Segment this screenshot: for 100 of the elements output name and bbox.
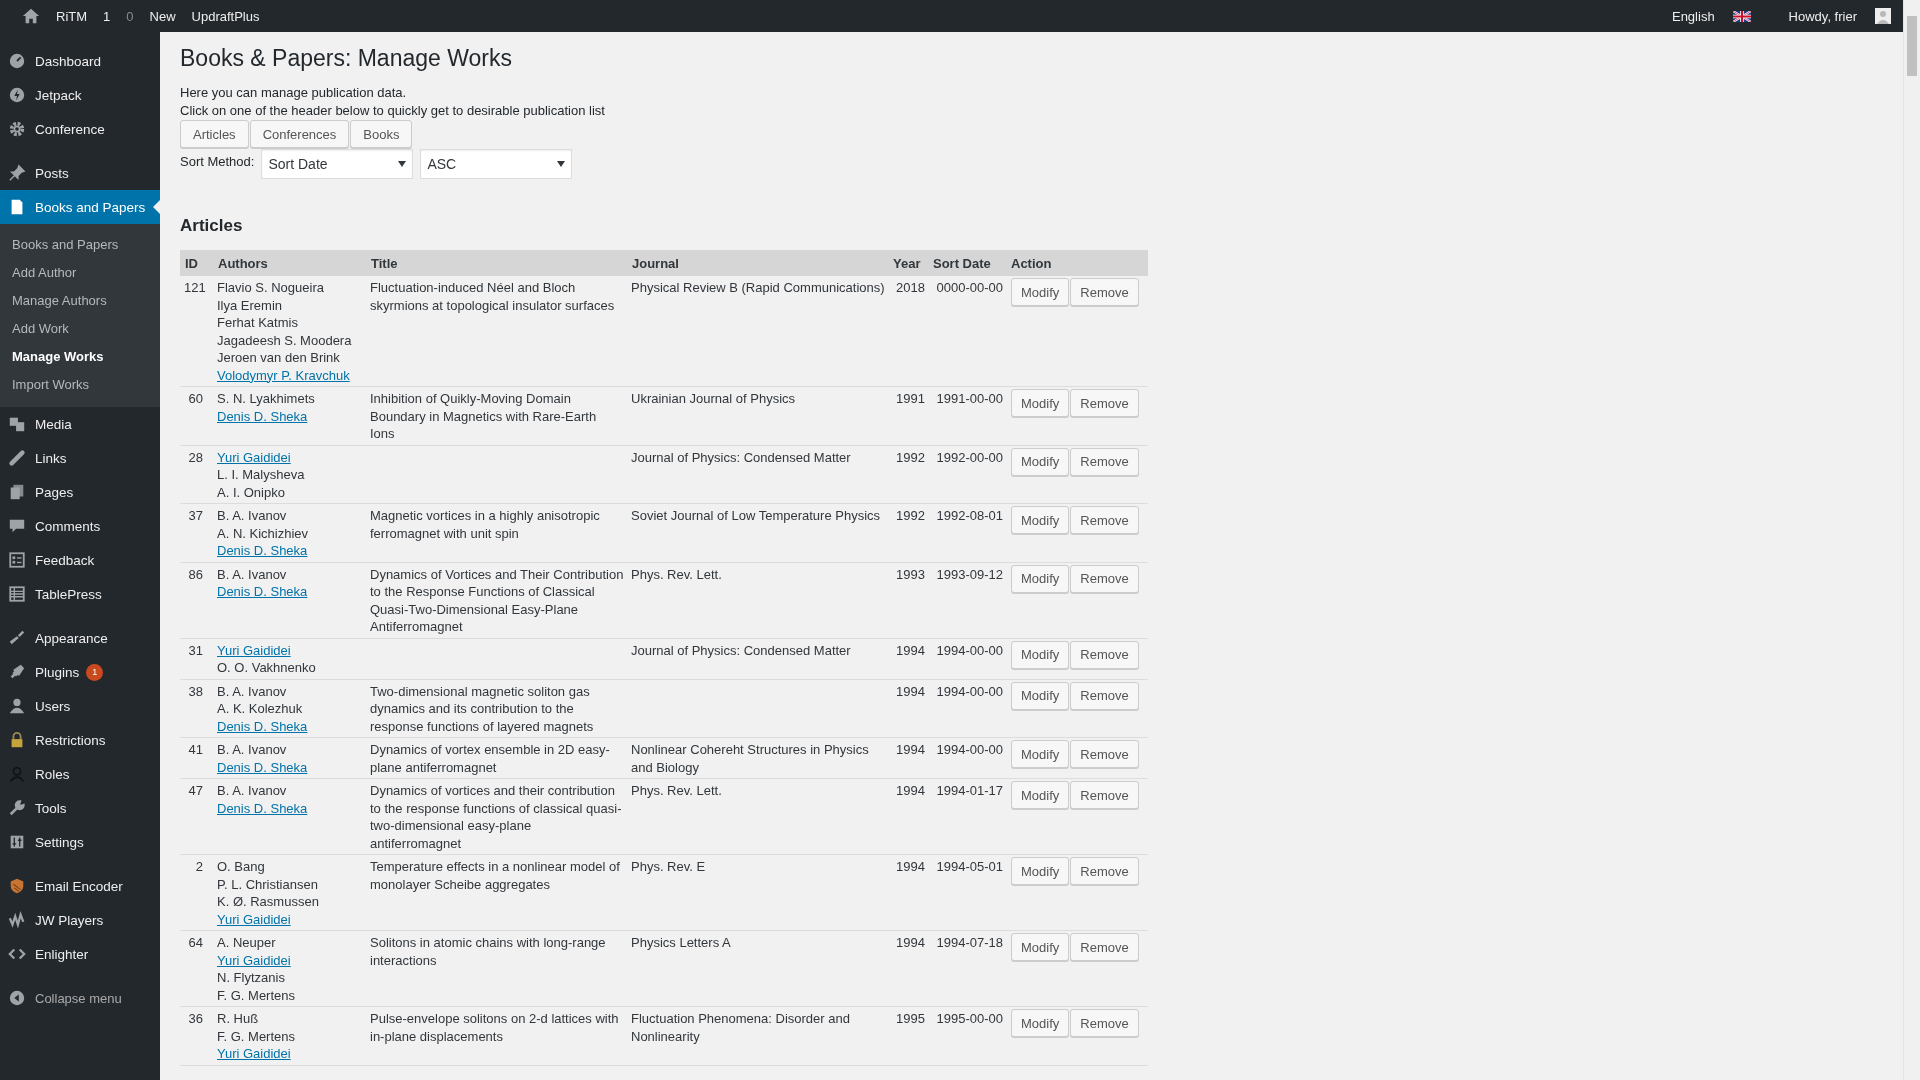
intro-text: Here you can manage publication data. bbox=[180, 84, 408, 102]
section-button[interactable]: Articles bbox=[180, 120, 249, 148]
author-link[interactable]: Denis D. Sheka bbox=[217, 758, 308, 776]
menu-item[interactable]: Tools bbox=[0, 791, 160, 825]
table-cell: 2018 bbox=[896, 280, 925, 295]
section-button[interactable]: Conferences bbox=[249, 120, 350, 148]
author-link[interactable]: Yuri Gaididei bbox=[217, 448, 291, 466]
submenu-item[interactable]: Books and Papers bbox=[0, 231, 160, 259]
section-button[interactable]: Books bbox=[350, 120, 413, 148]
menu-item[interactable]: Appearance bbox=[0, 621, 160, 655]
modify-button[interactable]: Modify bbox=[1011, 506, 1070, 534]
menu-item[interactable]: Comments bbox=[0, 509, 160, 543]
remove-button[interactable]: Remove bbox=[1070, 506, 1139, 534]
submenu-item[interactable]: Add Work bbox=[0, 315, 160, 343]
modify-button[interactable]: Modify bbox=[1011, 447, 1070, 476]
table-cell: Nonlinear Cohereht Structures in Physics and Biology bbox=[631, 742, 869, 775]
comments-count[interactable]: 0 bbox=[126, 8, 134, 24]
greeting-link[interactable]: Howdy, frier bbox=[1788, 8, 1857, 24]
language-link[interactable]: English bbox=[1671, 8, 1715, 24]
remove-button[interactable]: Remove bbox=[1070, 564, 1139, 593]
modify-button[interactable]: Modify bbox=[1011, 781, 1070, 809]
collapse-menu-button[interactable]: Collapse menu bbox=[0, 981, 160, 1015]
menu-item[interactable]: Plugins 1 bbox=[0, 655, 160, 689]
remove-button[interactable]: Remove bbox=[1070, 278, 1139, 306]
updraftplus-link[interactable]: UpdraftPlus bbox=[191, 8, 260, 24]
menu-item[interactable]: Links bbox=[0, 441, 160, 475]
author-link[interactable]: Yuri Gaididei bbox=[217, 1045, 291, 1063]
remove-button[interactable]: Remove bbox=[1070, 681, 1139, 710]
table-cell: 1994 bbox=[896, 783, 925, 798]
menu-item[interactable]: Jetpack bbox=[0, 78, 160, 112]
table-cell: Journal of Physics: Condensed Matter bbox=[631, 449, 851, 465]
menu-item[interactable]: Feedback bbox=[0, 543, 160, 577]
author-link[interactable]: Denis D. Sheka bbox=[217, 717, 308, 735]
modify-button[interactable]: Modify bbox=[1011, 640, 1070, 669]
author-name: A. I. Onipko bbox=[217, 483, 285, 501]
menu-item[interactable]: Conference bbox=[0, 112, 160, 146]
author-link[interactable]: Volodymyr P. Kravchuk bbox=[217, 366, 350, 384]
remove-button[interactable]: Remove bbox=[1070, 640, 1139, 669]
dashboard-icon bbox=[8, 52, 26, 70]
menu-item[interactable]: Restrictions bbox=[0, 723, 160, 757]
sort-order-select[interactable]: ASC bbox=[420, 149, 573, 179]
modify-button[interactable]: Modify bbox=[1011, 740, 1070, 768]
menu-item[interactable]: TablePress bbox=[0, 577, 160, 611]
table-cell: 31 bbox=[180, 638, 213, 679]
menu-item[interactable]: Roles bbox=[0, 757, 160, 791]
menu-item[interactable]: Posts bbox=[0, 156, 160, 190]
modify-button[interactable]: Modify bbox=[1011, 933, 1070, 961]
list-icon bbox=[8, 585, 26, 603]
remove-button[interactable]: Remove bbox=[1070, 857, 1139, 885]
table-cell: 1994-00-00 bbox=[936, 683, 1003, 699]
author-link[interactable]: Yuri Gaididei bbox=[217, 641, 291, 659]
remove-button[interactable]: Remove bbox=[1070, 781, 1139, 809]
menu-item[interactable]: JW Players bbox=[0, 903, 160, 937]
submenu-item[interactable]: Add Author bbox=[0, 259, 160, 287]
table-cell: 1994-00-00 bbox=[936, 742, 1003, 757]
table-cell: 41 bbox=[180, 737, 213, 779]
home-icon[interactable] bbox=[22, 7, 40, 25]
table-cell: 64 bbox=[180, 930, 213, 1007]
modify-button[interactable]: Modify bbox=[1011, 564, 1070, 593]
remove-button[interactable]: Remove bbox=[1070, 1009, 1139, 1037]
menu-item[interactable]: Settings bbox=[0, 825, 160, 859]
modify-button[interactable]: Modify bbox=[1011, 681, 1070, 710]
author-link[interactable]: Denis D. Sheka bbox=[217, 542, 308, 560]
menu-item[interactable]: Dashboard bbox=[0, 44, 160, 78]
sliders-icon bbox=[8, 833, 26, 851]
author-link[interactable]: Denis D. Sheka bbox=[217, 583, 308, 601]
author-link[interactable]: Denis D. Sheka bbox=[217, 407, 308, 425]
table-cell: 1992-00-00 bbox=[936, 449, 1003, 465]
author-name: A. N. Kichizhiev bbox=[217, 524, 309, 542]
submenu-item[interactable]: Manage Works bbox=[0, 343, 160, 371]
site-name-link[interactable]: RiTM bbox=[56, 8, 88, 24]
flag-icon[interactable] bbox=[1732, 10, 1751, 22]
modify-button[interactable]: Modify bbox=[1011, 389, 1070, 417]
submenu-item[interactable]: Import Works bbox=[0, 371, 160, 399]
table-cell: 0000-00-00 bbox=[936, 280, 1003, 295]
submenu-item[interactable]: Manage Authors bbox=[0, 287, 160, 315]
remove-button[interactable]: Remove bbox=[1070, 740, 1139, 768]
modify-button[interactable]: Modify bbox=[1011, 857, 1070, 885]
modify-button[interactable]: Modify bbox=[1011, 1009, 1070, 1037]
author-link[interactable]: Denis D. Sheka bbox=[217, 799, 308, 817]
table-cell: 36 bbox=[180, 1006, 213, 1065]
menu-item[interactable]: Enlighter bbox=[0, 937, 160, 971]
author-name: B. A. Ivanov bbox=[217, 682, 287, 700]
menu-item[interactable]: Email Encoder bbox=[0, 869, 160, 903]
new-link[interactable]: New bbox=[149, 8, 176, 24]
shield-icon bbox=[8, 877, 26, 895]
author-link[interactable]: Yuri Gaididei bbox=[217, 951, 291, 969]
sort-field-select[interactable]: Sort Date bbox=[261, 149, 414, 179]
author-name: Flavio S. Nogueira bbox=[217, 279, 324, 297]
remove-button[interactable]: Remove bbox=[1070, 933, 1139, 961]
menu-item[interactable]: Media bbox=[0, 407, 160, 441]
remove-button[interactable]: Remove bbox=[1070, 389, 1139, 417]
menu-item[interactable]: Pages bbox=[0, 475, 160, 509]
table-cell: 1992-08-01 bbox=[936, 508, 1003, 523]
remove-button[interactable]: Remove bbox=[1070, 447, 1139, 476]
menu-item[interactable]: Users bbox=[0, 689, 160, 723]
menu-item[interactable]: Books and Papers bbox=[0, 190, 160, 224]
updates-count[interactable]: 1 bbox=[103, 8, 111, 24]
author-link[interactable]: Yuri Gaididei bbox=[217, 910, 291, 928]
modify-button[interactable]: Modify bbox=[1011, 278, 1070, 306]
